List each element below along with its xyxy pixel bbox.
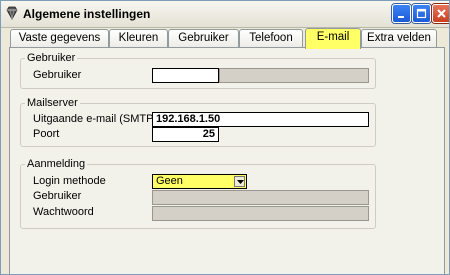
minimize-button[interactable]	[392, 4, 411, 23]
tab-extra-velden[interactable]: Extra velden	[361, 29, 437, 48]
port-input[interactable]: 25	[152, 127, 219, 142]
tab-label: Kleuren	[118, 32, 159, 44]
gebruiker-code-field[interactable]	[152, 68, 219, 83]
tab-label: Telefoon	[249, 32, 293, 44]
dropdown-button[interactable]	[234, 176, 245, 187]
tab-telefoon[interactable]: Telefoon	[239, 29, 303, 48]
tab-vaste-gegevens[interactable]: Vaste gegevens	[10, 29, 109, 48]
tab-kleuren[interactable]: Kleuren	[109, 29, 168, 48]
settings-window: Algemene instellingen Vaste gegevens Kle…	[0, 0, 450, 275]
tab-label: Gebruiker	[178, 32, 229, 44]
diamond-app-icon	[6, 6, 18, 20]
group-title: Aanmelding	[25, 158, 88, 170]
tab-e-mail[interactable]: E-mail	[305, 28, 361, 49]
maximize-button[interactable]	[412, 4, 431, 23]
login-user-field	[152, 190, 369, 205]
tab-label: E-mail	[316, 31, 350, 43]
maximize-icon	[416, 8, 427, 19]
login-user-label: Gebruiker	[33, 190, 82, 202]
group-aanmelding: Aanmelding Login methode Geen Gebruiker …	[20, 158, 376, 229]
group-title: Mailserver	[25, 97, 80, 109]
close-button[interactable]	[432, 4, 449, 23]
group-mailserver: Mailserver Uitgaande e-mail (SMTP) 192.1…	[20, 97, 376, 147]
smtp-label: Uitgaande e-mail (SMTP)	[33, 113, 158, 125]
window-title: Algemene instellingen	[23, 7, 151, 21]
tab-gebruiker[interactable]: Gebruiker	[168, 29, 239, 48]
login-method-value: Geen	[156, 175, 183, 187]
chevron-down-icon	[237, 180, 244, 184]
gebruiker-name-field	[219, 68, 369, 83]
tab-label: Extra velden	[367, 32, 431, 44]
group-gebruiker: Gebruiker Gebruiker	[20, 52, 376, 89]
title-bar[interactable]: Algemene instellingen	[1, 1, 449, 28]
smtp-input[interactable]: 192.168.1.50	[152, 112, 369, 127]
gebruiker-label: Gebruiker	[33, 69, 82, 81]
group-title: Gebruiker	[25, 52, 78, 64]
login-method-select[interactable]: Geen	[152, 174, 247, 189]
minimize-icon	[398, 16, 404, 18]
port-label: Poort	[33, 128, 60, 140]
tab-panel-e-mail: Gebruiker Gebruiker Mailserver Uitgaande…	[9, 47, 445, 274]
password-label: Wachtwoord	[33, 206, 94, 218]
login-method-label: Login methode	[33, 175, 106, 187]
tab-label: Vaste gegevens	[18, 32, 101, 44]
close-icon	[437, 9, 446, 18]
password-field	[152, 206, 369, 221]
